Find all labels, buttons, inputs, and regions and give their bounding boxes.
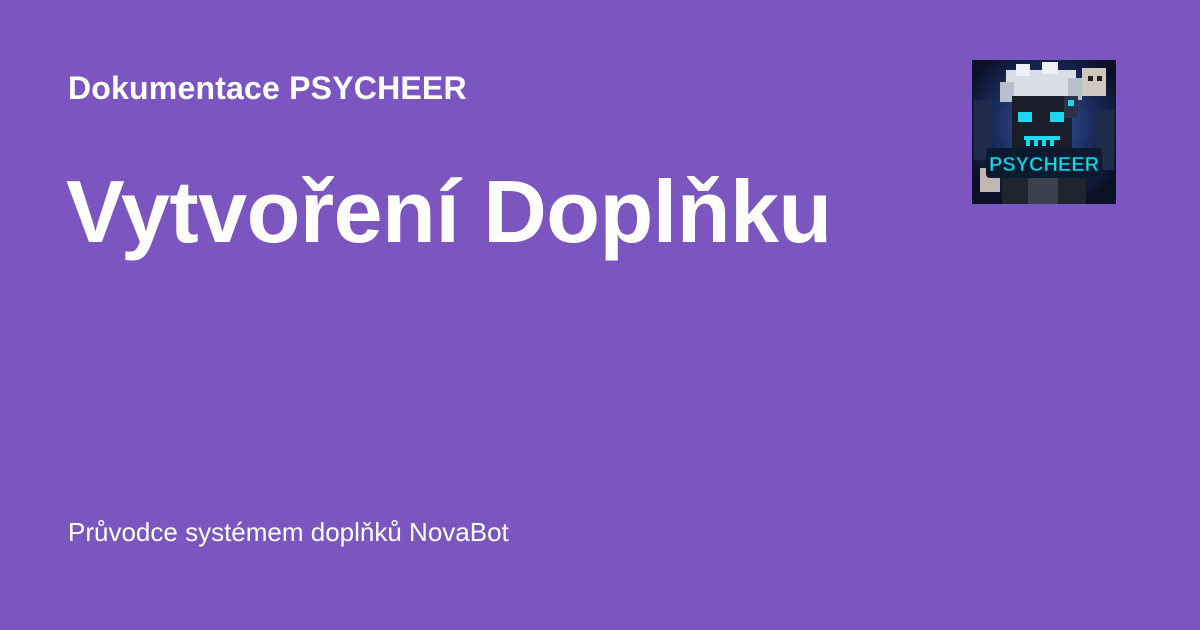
social-card: Dokumentace PSYCHEER Vytvoření Doplňku P…: [0, 0, 1200, 630]
psycheer-logo-icon: PSYCHEER: [972, 60, 1116, 204]
logo-text: PSYCHEER: [989, 154, 1100, 176]
site-name: Dokumentace PSYCHEER: [68, 70, 467, 106]
page-title: Vytvoření Doplňku: [66, 162, 832, 261]
page-description: Průvodce systémem doplňků NovaBot: [68, 517, 509, 547]
